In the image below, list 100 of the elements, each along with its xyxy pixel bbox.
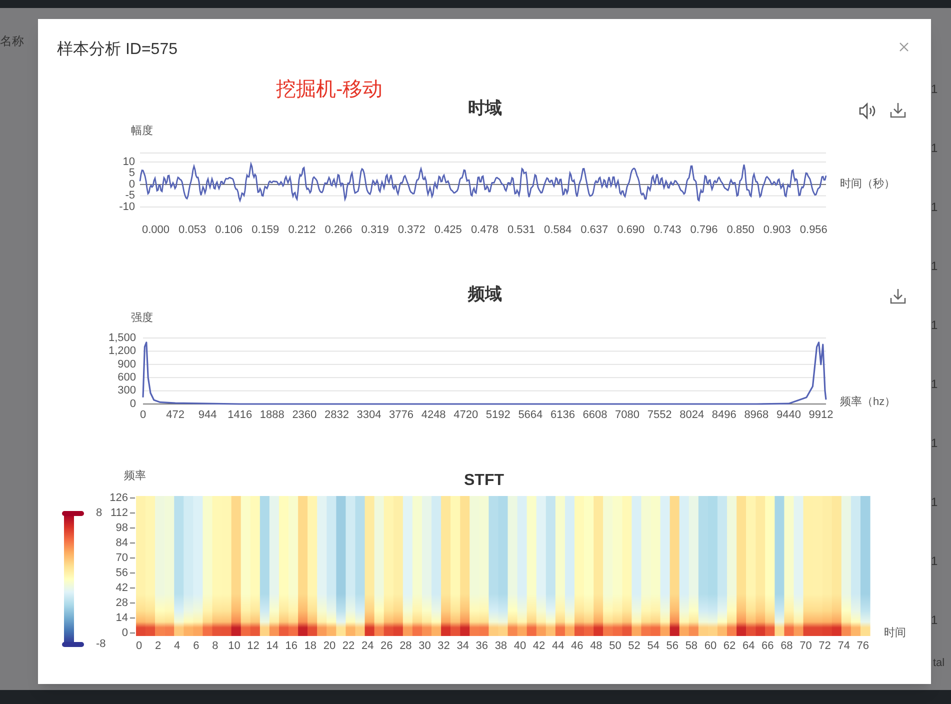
tick-label: 68 <box>780 640 793 652</box>
tick-label: 38 <box>494 640 508 652</box>
tick-label: 0.690 <box>617 224 645 236</box>
tick-label: 58 <box>685 640 698 652</box>
tick-label: 0.212 <box>288 224 316 236</box>
tick-label: 3304 <box>356 408 382 420</box>
tick-label: 0 <box>130 398 136 410</box>
axis-label: 时间（秒） <box>840 178 895 190</box>
tick-label: 0.531 <box>508 224 536 236</box>
tick-label: 24 <box>361 640 374 652</box>
tick-label: 5664 <box>518 408 543 420</box>
tick-label: 126 <box>110 492 128 504</box>
tick-label: 8 <box>212 640 218 652</box>
tick-label: 1416 <box>228 408 252 420</box>
tick-label: 70 <box>800 640 812 652</box>
table-cell: 1 <box>931 318 938 332</box>
axis-label: 强度 <box>131 312 153 324</box>
tick-label: 2 <box>155 640 162 652</box>
chart-title: 频域 <box>468 284 502 304</box>
axis-label: 幅度 <box>131 124 153 137</box>
tick-label: 112 <box>110 506 128 519</box>
tick-label: 4720 <box>454 408 478 420</box>
table-cell: 1 <box>931 613 938 627</box>
tick-label: 0.796 <box>690 224 718 236</box>
axis-label: 时间 <box>884 626 906 639</box>
tick-label: 7552 <box>647 408 672 420</box>
table-cell: 1 <box>931 82 938 96</box>
tick-label: 0.637 <box>580 224 608 236</box>
tick-label: 4 <box>174 640 180 652</box>
tick-label: -10 <box>119 200 135 213</box>
tick-label: 0.319 <box>361 224 389 236</box>
download-icon[interactable] <box>890 288 906 304</box>
tick-label: 0.425 <box>434 224 462 236</box>
tick-label: 98 <box>116 522 128 534</box>
speaker-icon[interactable] <box>859 103 876 119</box>
tick-label: -5 <box>125 190 135 202</box>
tick-label: 52 <box>628 640 640 652</box>
tick-label: 9440 <box>776 408 801 420</box>
tick-label: 5 <box>128 167 135 180</box>
table-cell: 1 <box>931 141 938 155</box>
tick-label: 64 <box>742 640 755 652</box>
tick-label: 16 <box>285 640 298 652</box>
tick-label: 22 <box>342 640 355 652</box>
tick-label: 7080 <box>615 408 640 420</box>
table-cell: 1 <box>931 200 938 214</box>
tick-label: 0.053 <box>178 224 206 236</box>
table-cell: 1 <box>931 377 938 391</box>
close-icon <box>899 42 909 52</box>
axis-label: 频率 <box>124 470 146 482</box>
tick-label: 9912 <box>808 408 834 420</box>
tick-label: 26 <box>380 640 393 652</box>
tick-label: 900 <box>118 358 136 370</box>
scale-label: 8 <box>96 506 102 519</box>
tick-label: 1888 <box>260 408 284 420</box>
tick-label: 0 <box>128 178 135 190</box>
tick-label: 0 <box>122 626 128 639</box>
tick-label: 0.956 <box>800 224 828 236</box>
download-icon[interactable] <box>890 102 906 118</box>
tick-label: 8968 <box>744 408 769 420</box>
tick-label: 2832 <box>324 408 349 420</box>
tick-label: 30 <box>418 640 431 652</box>
tick-label: 66 <box>762 640 774 652</box>
tick-label: 6608 <box>582 408 608 420</box>
tick-label: 0.850 <box>726 224 754 236</box>
tick-label: 42 <box>532 640 546 652</box>
tick-label: 0.266 <box>324 224 352 236</box>
tick-label: 28 <box>116 596 128 609</box>
tick-label: 42 <box>116 582 128 594</box>
tick-label: 62 <box>723 640 736 652</box>
tick-label: 4248 <box>421 408 446 420</box>
tick-label: 12 <box>247 640 260 652</box>
tick-label: 32 <box>438 640 450 652</box>
tick-label: 36 <box>476 640 488 652</box>
tick-label: 600 <box>118 372 136 384</box>
tick-label: 60 <box>704 640 717 652</box>
color-scale-bar[interactable] <box>62 511 84 647</box>
tick-label: 0.106 <box>215 224 243 236</box>
tick-label: 70 <box>116 552 128 564</box>
table-cell: 1 <box>931 259 938 273</box>
tick-label: 20 <box>323 640 336 652</box>
tick-label: 2360 <box>292 408 317 420</box>
tick-label: 472 <box>166 408 184 420</box>
tick-label: 10 <box>122 156 135 168</box>
tick-label: 6136 <box>550 408 575 420</box>
tick-label: 84 <box>116 536 128 549</box>
category-label: 挖掘机-移动 <box>276 78 383 100</box>
tick-label: 76 <box>856 640 870 652</box>
dialog-title: 样本分析 ID=575 <box>57 40 178 60</box>
tick-label: 46 <box>571 640 584 652</box>
tick-label: 300 <box>118 384 136 397</box>
tick-label: 0.372 <box>398 224 426 236</box>
axis-label: 频率（hz） <box>840 396 896 408</box>
tick-label: 0.903 <box>763 224 791 236</box>
chart-title: 时域 <box>468 98 502 118</box>
tick-label: 14 <box>116 612 128 624</box>
tick-label: 944 <box>198 408 217 420</box>
tick-label: 0.743 <box>654 224 682 236</box>
tick-label: 74 <box>838 640 850 652</box>
column-header: 名称 <box>0 33 24 50</box>
chart-title: STFT <box>464 472 504 490</box>
